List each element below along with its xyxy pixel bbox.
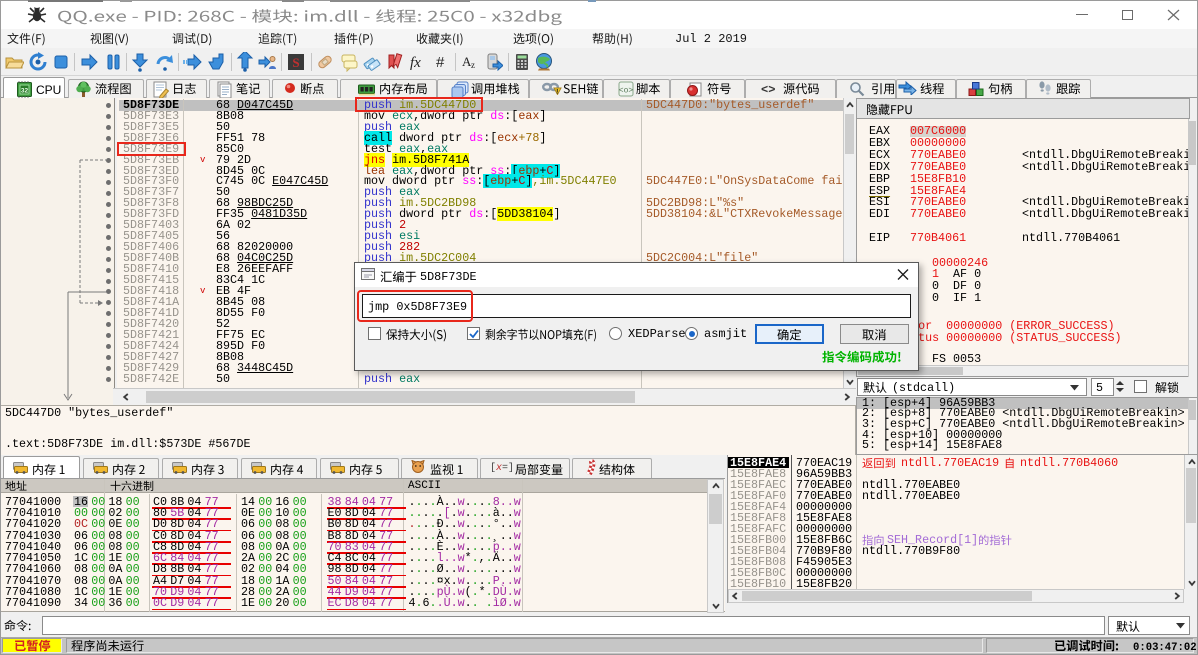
svg-text:#: # xyxy=(436,54,445,71)
svg-text:S: S xyxy=(292,55,299,70)
svg-text:!: ! xyxy=(556,89,558,95)
svg-text:fx: fx xyxy=(410,55,421,71)
svg-text:z: z xyxy=(471,60,475,70)
svg-text:<>: <> xyxy=(761,83,775,96)
svg-text:<o>: <o> xyxy=(619,87,634,96)
